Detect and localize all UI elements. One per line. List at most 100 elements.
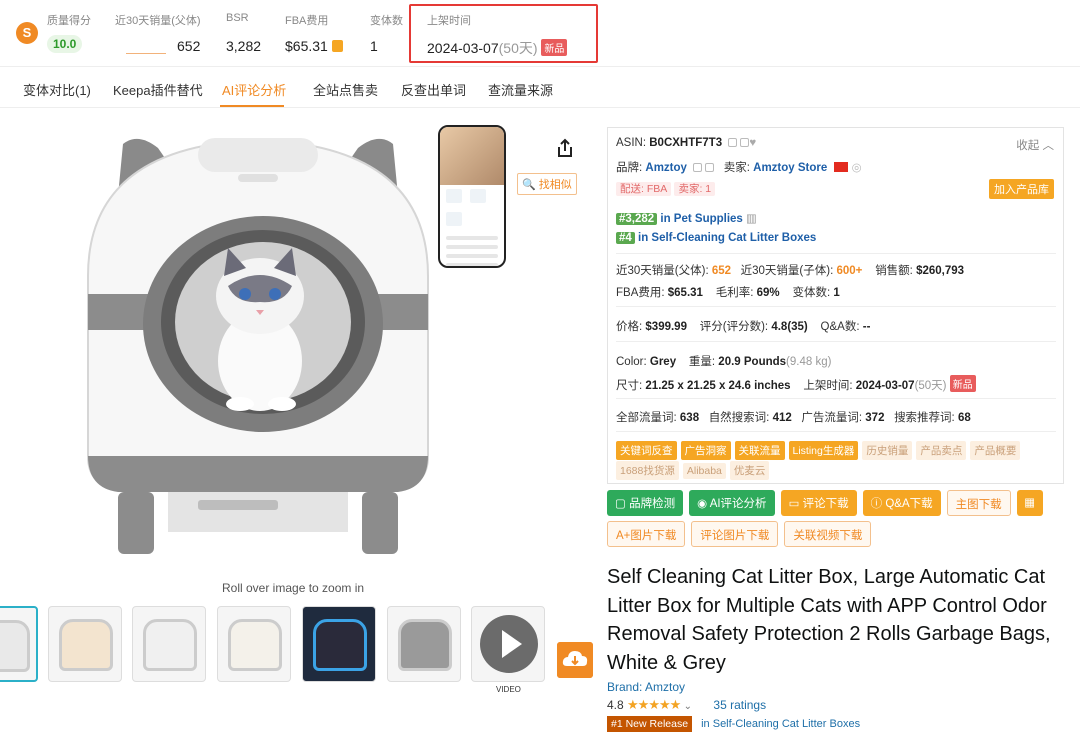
seller-link[interactable]: Amztoy Store (753, 162, 827, 174)
brand-store-link[interactable]: Brand: Amztoy (607, 680, 685, 694)
main-image-download-button[interactable]: 主图下载 (946, 490, 1011, 516)
thumbnail[interactable] (217, 606, 291, 682)
launch-stat: 上架时间 2024-03-07(50天) 新品 (427, 12, 568, 56)
product-summary-tag[interactable]: 产品概要 (970, 441, 1021, 460)
thumbnail[interactable] (0, 606, 38, 682)
rank-category-link[interactable]: in Self-Cleaning Cat Litter Boxes (638, 232, 816, 244)
brand-check-button[interactable]: ▢ 品牌检测 (607, 490, 684, 516)
variants-label: 变体数: (792, 287, 831, 299)
plugin-logo-icon[interactable]: S (16, 22, 38, 44)
launch-label: 上架时间 (427, 15, 471, 27)
rank-category-link[interactable]: in Pet Supplies (660, 213, 742, 225)
external-link-icon[interactable] (705, 163, 715, 172)
ratings-count-link[interactable]: 35 ratings (713, 698, 766, 712)
calculator-icon[interactable] (331, 40, 343, 52)
alibaba-tag[interactable]: Alibaba (682, 463, 726, 479)
review-image-download-button[interactable]: 评论图片下载 (691, 521, 779, 547)
location-icon[interactable]: ◎ (852, 162, 862, 174)
tab-traffic-source[interactable]: 查流量来源 (488, 80, 553, 99)
traffic-natural-label: 自然搜索词: (708, 412, 770, 424)
calculator-icon: ▦ (1024, 497, 1036, 509)
rating-label: 评分(评分数): (699, 321, 769, 333)
selling-points-tag[interactable]: 产品卖点 (916, 441, 967, 460)
chevron-up-icon: ︿ (1042, 140, 1055, 152)
qa-download-button[interactable]: ⓘ Q&A下载 (862, 490, 941, 516)
traffic-all-value: 638 (679, 412, 700, 424)
sales-trend-line (126, 53, 166, 54)
sales-parent-value: 652 (711, 265, 732, 277)
new-release-category-link[interactable]: in Self-Cleaning Cat Litter Boxes (701, 718, 860, 730)
product-title: Self Cleaning Cat Litter Box, Large Auto… (607, 566, 1051, 674)
video-thumbnail[interactable] (471, 606, 545, 682)
variants-value: 1 (833, 287, 840, 299)
cloud-download-icon[interactable] (557, 642, 593, 678)
phone-app-image[interactable] (438, 125, 506, 268)
fba-stat: FBA费用 $65.31 (285, 12, 343, 54)
ai-review-label: AI评论分析 (709, 498, 767, 510)
phone-row (446, 245, 498, 249)
variants-value: 1 (370, 38, 378, 54)
collapse-label: 收起 (1016, 140, 1040, 152)
tab-variant-compare[interactable]: 变体对比(1) (23, 80, 91, 99)
launch-value: 2024-03-07(50天) 新品 (427, 38, 568, 58)
brand-link[interactable]: Amztoy (645, 162, 687, 174)
zoom-hint: Roll over image to zoom in (222, 581, 365, 595)
divider (616, 341, 1056, 342)
color-value: Grey (649, 356, 677, 368)
find-similar-button[interactable]: 🔍 找相似 (517, 173, 577, 195)
thumbnail[interactable] (302, 606, 376, 682)
keyword-reverse-tag[interactable]: 关键词反查 (616, 441, 677, 460)
tab-ai-review[interactable]: AI评论分析 (222, 80, 286, 99)
aplus-download-button[interactable]: A+图片下载 (607, 521, 686, 547)
phone-tile (470, 189, 486, 203)
weight-kg: (9.48 kg) (786, 356, 832, 368)
related-traffic-tag[interactable]: 关联流量 (734, 441, 785, 460)
youmaiyun-tag[interactable]: 优麦云 (729, 461, 770, 480)
chevron-down-icon[interactable]: ⌄ (684, 701, 692, 712)
thumbnail[interactable] (132, 606, 206, 682)
tab-all-sites[interactable]: 全站点售卖 (313, 80, 378, 99)
source-1688-tag[interactable]: 1688找货源 (616, 461, 679, 480)
bar-chart-icon[interactable]: ▥ (746, 213, 757, 225)
divider (616, 431, 1056, 432)
duplicate-icon[interactable] (740, 138, 750, 147)
copy-icon[interactable] (728, 138, 738, 147)
action-buttons-row-1: ▢ 品牌检测 ◉ AI评论分析 ▭ 评论下载 ⓘ Q&A下载 主图下载 ▦ (607, 490, 1049, 516)
phone-tile (446, 212, 462, 226)
review-download-button[interactable]: ▭ 评论下载 (780, 490, 857, 516)
brand-check-label: 品牌检测 (629, 498, 676, 510)
new-release-badge: #1 New Release (607, 716, 693, 732)
sales-child-value: 600+ (836, 265, 863, 277)
product-info-panel: ASIN: B0CXHTF7T3 ♥ 收起 ︿ 品牌: Amztoy 卖家: A… (607, 127, 1064, 484)
new-release-row: #1 New Release in Self-Cleaning Cat Litt… (607, 716, 860, 732)
history-sales-tag[interactable]: 历史销量 (862, 441, 913, 460)
listing-generator-tag[interactable]: Listing生成器 (788, 441, 859, 460)
related-video-download-button[interactable]: 关联视频下载 (784, 521, 872, 547)
qa-value: -- (862, 321, 871, 333)
heart-icon[interactable]: ♥ (749, 137, 756, 149)
thumbnail[interactable] (387, 606, 461, 682)
tab-keepa[interactable]: Keepa插件替代 (113, 80, 203, 99)
calculator-button[interactable]: ▦ (1016, 490, 1043, 516)
rank-badge: #4 (616, 232, 635, 244)
margin-label: 毛利率: (715, 287, 754, 299)
checkbox-icon: ▢ (615, 498, 626, 510)
star-rating[interactable]: ★★★★★ (627, 697, 681, 712)
share-icon[interactable] (555, 138, 575, 158)
weight-label: 重量: (688, 356, 716, 368)
question-icon: ⓘ (870, 498, 883, 510)
rank-badge: #3,282 (616, 213, 658, 225)
thumbnail[interactable] (48, 606, 122, 682)
copy-icon[interactable] (693, 163, 703, 172)
product-main-image[interactable] (78, 126, 438, 556)
tab-reverse-keywords[interactable]: 反查出单词 (401, 80, 466, 99)
price-value: $399.99 (645, 321, 687, 333)
ad-insight-tag[interactable]: 广告洞察 (680, 441, 731, 460)
size-value: 21.25 x 21.25 x 24.6 inches (645, 380, 791, 392)
variants-label: 变体数 (370, 15, 403, 27)
ai-review-button[interactable]: ◉ AI评论分析 (689, 490, 775, 516)
collapse-button[interactable]: 收起 ︿ (1016, 137, 1054, 153)
add-to-library-button[interactable]: 加入产品库 (989, 179, 1054, 199)
qa-label: Q&A数: (820, 321, 860, 333)
size-label: 尺寸: (616, 380, 643, 392)
